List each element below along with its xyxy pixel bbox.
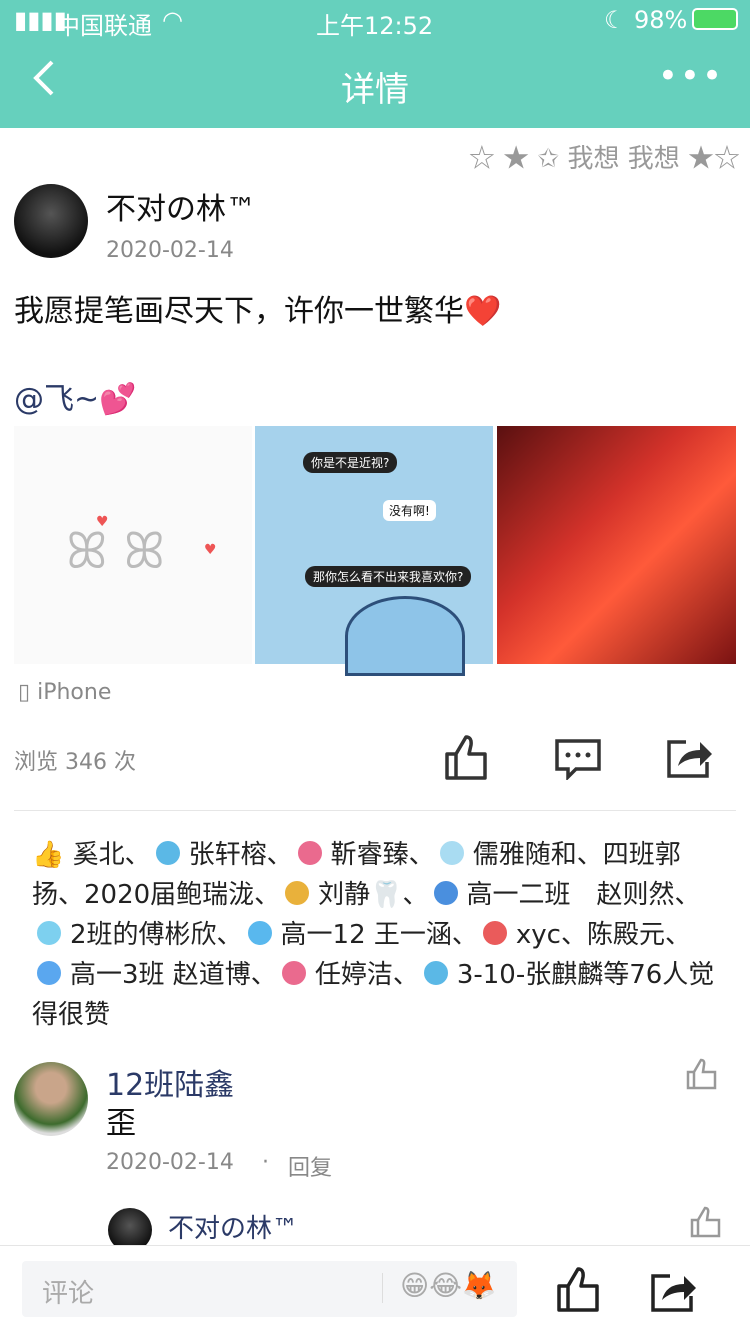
separator: · — [262, 1150, 269, 1175]
liker[interactable]: 刘静🦷、 — [318, 880, 428, 910]
likes-list: 👍 奚北、 张轩榕、 靳睿臻、 儒雅随和、四班郭扬、2020届鲍瑞泷、 刘静🦷、 高一二班… — [32, 835, 722, 1035]
liker[interactable]: 张轩榕、 — [189, 840, 293, 870]
bottom-bar: 评论 😁😂🦊 — [0, 1245, 750, 1334]
page-title: 详情 — [341, 70, 409, 110]
header: ▮▮▮▮ 中国联通 ◠ 上午12:52 ☾ 98% 详情 ••• — [0, 0, 750, 128]
badge-icon — [436, 838, 467, 868]
comment-icon — [555, 739, 601, 782]
share-button[interactable] — [666, 736, 714, 782]
battery-icon — [692, 8, 738, 30]
badge-icon — [479, 918, 510, 948]
comment-input[interactable]: 评论 😁😂🦊 — [22, 1261, 517, 1317]
post-text: 我愿提笔画尽天下，许你一世繁华❤️ — [14, 294, 502, 329]
badge-icon — [278, 958, 309, 988]
post-image-ribbons[interactable] — [497, 426, 736, 664]
emoji-button[interactable]: 😁😂🦊 — [400, 1269, 497, 1302]
badge-icon — [420, 958, 451, 988]
post-image-cat[interactable]: 你是不是近视? 没有啊! 那你怎么看不出来我喜欢你? — [255, 426, 493, 676]
liker[interactable]: 靳睿臻、 — [331, 840, 435, 870]
phone-icon: ▯ — [18, 680, 31, 705]
thumbs-up-icon — [445, 735, 487, 780]
divider — [14, 810, 736, 811]
reply-button[interactable]: 回复 — [288, 1150, 332, 1182]
liker[interactable]: 高一3班 赵道博、 — [70, 960, 277, 990]
bottom-like-icon[interactable] — [556, 1266, 602, 1312]
battery-level: 98% — [634, 6, 688, 34]
reply-like-icon[interactable] — [690, 1206, 722, 1238]
like-button[interactable] — [444, 734, 490, 784]
moon-icon: ☾ — [604, 6, 626, 34]
badge-icon — [282, 878, 313, 908]
clock: 上午12:52 — [316, 12, 434, 40]
liker[interactable]: 任婷洁、 — [315, 960, 419, 990]
comment-like-icon[interactable] — [686, 1058, 718, 1090]
view-count: 浏览 346 次 — [14, 750, 136, 775]
mention-link[interactable]: @飞~💕 — [14, 374, 137, 418]
reply-author[interactable]: 不对の林™ — [168, 1208, 298, 1245]
more-button[interactable]: ••• — [658, 56, 724, 96]
liker[interactable]: 2班的傅彬欣、 — [70, 920, 243, 950]
comment-button[interactable] — [554, 738, 602, 784]
wifi-icon: ◠ — [162, 6, 183, 34]
liker[interactable]: 奚北、 — [73, 840, 151, 870]
badge-icon — [294, 838, 325, 868]
author-name[interactable]: 不对の林™ — [106, 184, 256, 228]
badge-icon — [430, 878, 461, 908]
badge-icon — [244, 918, 275, 948]
liker[interactable]: 高一二班 赵则然、 — [467, 880, 701, 910]
bottom-share-icon[interactable] — [650, 1270, 698, 1312]
share-icon — [667, 740, 712, 778]
carrier: 中国联通 — [56, 12, 152, 40]
comment-text: 歪 — [106, 1106, 136, 1141]
thumbs-up-filled-icon: 👍 — [32, 840, 65, 870]
post-date: 2020-02-14 — [106, 238, 234, 263]
badge-icon — [152, 838, 183, 868]
liker[interactable]: 高一12 王一涵、 — [281, 920, 478, 950]
liker[interactable]: xyc、陈殿元、 — [516, 920, 691, 950]
decoration-text: ☆ ★ ✩ 我想 我想 ★☆ — [468, 144, 740, 174]
commenter-avatar[interactable] — [14, 1062, 88, 1136]
post-image-bunnies[interactable]: ꕤ ꕤ ♥ ♥ — [14, 426, 252, 664]
device-label: ▯ iPhone — [18, 680, 112, 705]
badge-icon — [34, 958, 64, 988]
author-avatar[interactable] — [14, 184, 88, 258]
badge-icon — [34, 918, 64, 948]
status-bar: ▮▮▮▮ 中国联通 ◠ 上午12:52 ☾ 98% — [0, 0, 750, 40]
comment-date: 2020-02-14 — [106, 1150, 234, 1175]
